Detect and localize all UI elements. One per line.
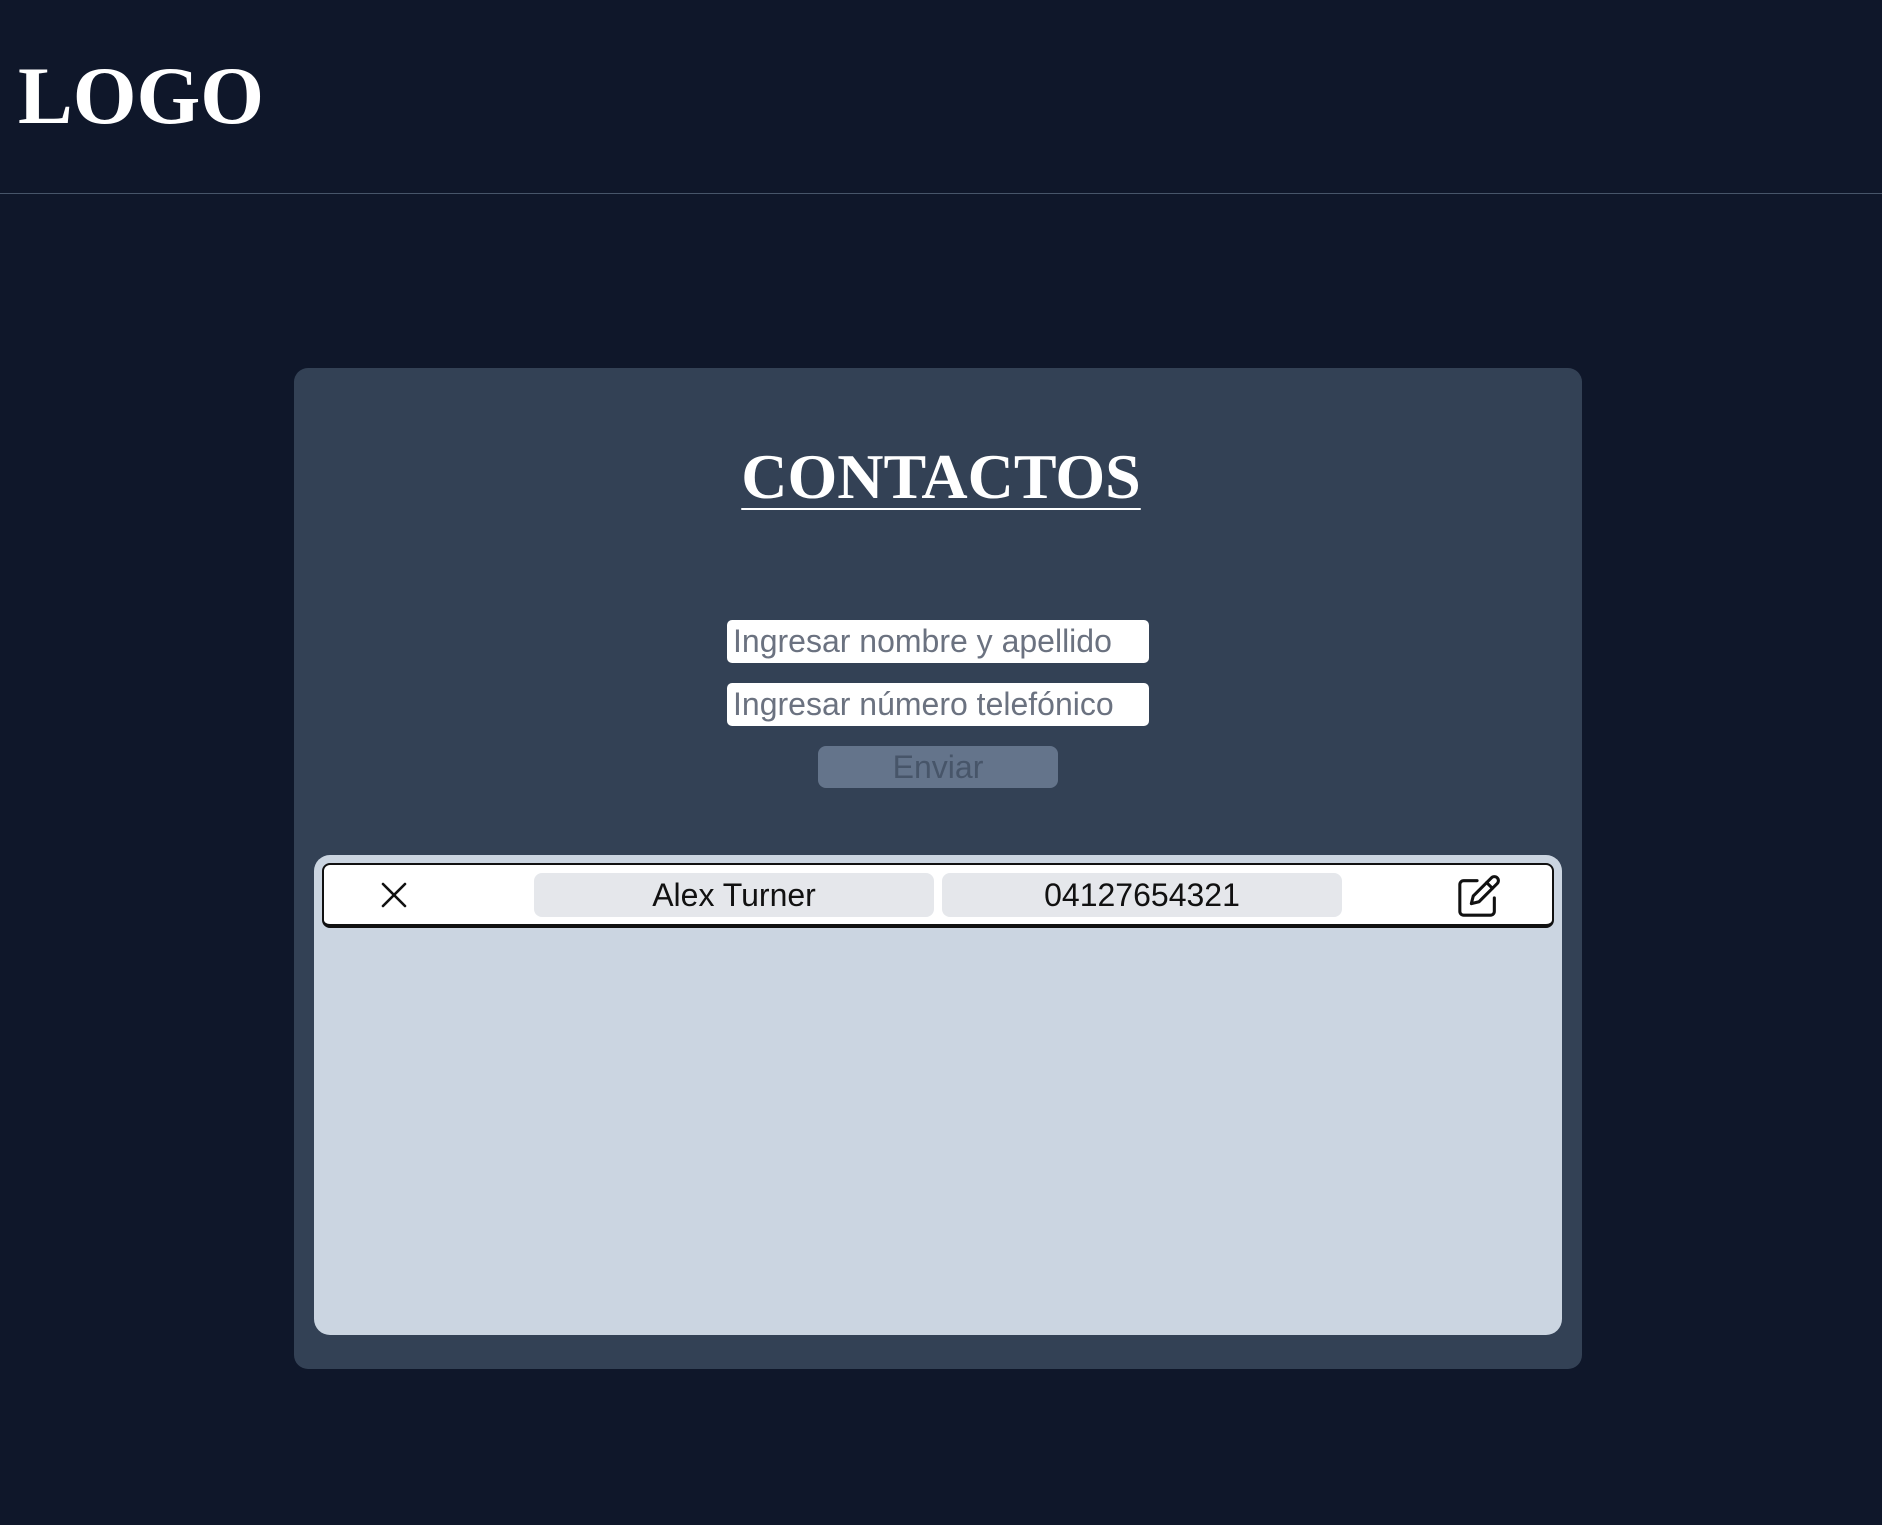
edit-contact-button[interactable] [1456,873,1502,919]
contact-row: Alex Turner 04127654321 [322,863,1554,928]
site-header: LOGO [0,0,1882,194]
page-title-container: CONTACTOS [0,440,1882,514]
logo[interactable]: LOGO [18,48,264,144]
page-title: CONTACTOS [741,441,1141,512]
close-icon [381,882,407,908]
contact-phone: 04127654321 [942,873,1342,917]
contact-name: Alex Turner [534,873,934,917]
phone-input[interactable] [727,683,1149,726]
delete-contact-button[interactable] [374,875,414,915]
submit-button[interactable]: Enviar [818,746,1058,788]
name-input[interactable] [727,620,1149,663]
pencil-square-icon [1458,875,1500,917]
